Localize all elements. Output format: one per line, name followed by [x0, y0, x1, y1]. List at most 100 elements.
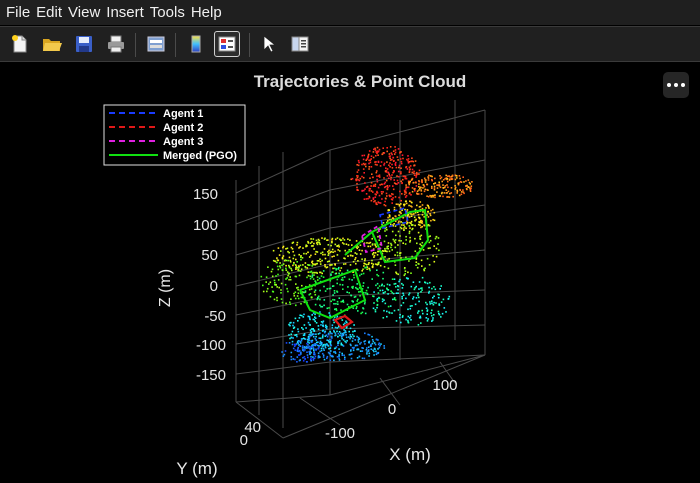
cloud-point [421, 287, 423, 289]
cloud-point [319, 258, 321, 260]
cloud-point [276, 286, 278, 288]
plot-3d[interactable]: Trajectories & Point Cloud 150 100 50 0 … [0, 0, 700, 483]
cloud-point [313, 351, 315, 353]
cloud-point [314, 337, 317, 340]
cloud-point [379, 202, 382, 204]
cloud-point [331, 354, 333, 357]
cloud-point [363, 262, 365, 265]
cloud-point [428, 286, 430, 289]
x-tick-label: -100 [325, 425, 355, 442]
cloud-point [311, 274, 314, 276]
cloud-point [389, 146, 392, 148]
cloud-point [391, 230, 394, 233]
cloud-point [292, 250, 294, 253]
cloud-point [424, 188, 426, 191]
cloud-point [315, 343, 318, 346]
cloud-point [345, 334, 347, 336]
cloud-point [423, 185, 426, 188]
cloud-point [298, 253, 300, 256]
cloud-point [435, 255, 438, 258]
cloud-point [402, 175, 405, 178]
cloud-point [355, 307, 358, 310]
cloud-point [405, 188, 407, 190]
cloud-point [370, 185, 372, 187]
cloud-point [372, 307, 375, 310]
cloud-point [271, 268, 274, 271]
cloud-point [397, 159, 399, 161]
cloud-point [307, 251, 309, 254]
cloud-point [371, 259, 373, 262]
cloud-point [390, 246, 392, 249]
z-axis-label: Z (m) [157, 269, 174, 307]
cloud-point [334, 308, 336, 311]
cloud-point [346, 303, 349, 306]
cloud-point [391, 249, 393, 251]
cloud-point [314, 313, 316, 316]
cloud-point [315, 250, 317, 253]
cloud-point [296, 267, 299, 269]
cloud-point [342, 237, 344, 240]
cloud-point [329, 264, 331, 266]
cloud-point [303, 334, 306, 336]
cloud-point [368, 168, 370, 170]
cloud-point [401, 295, 403, 298]
cloud-point [386, 250, 388, 253]
cloud-point [438, 249, 440, 252]
cloud-point [409, 305, 412, 307]
cloud-point [303, 333, 306, 335]
cloud-point [326, 335, 329, 338]
cloud-point [367, 286, 369, 289]
cloud-point [368, 166, 371, 168]
cloud-point [418, 247, 421, 250]
cloud-point [388, 218, 391, 221]
cloud-point [395, 234, 397, 237]
cloud-point [377, 186, 380, 189]
cloud-point [312, 356, 314, 358]
cloud-point [312, 359, 315, 361]
cloud-point [289, 301, 291, 304]
cloud-point [403, 204, 405, 207]
cloud-point [282, 269, 284, 272]
cloud-point [383, 250, 385, 252]
cloud-point [329, 359, 332, 361]
cloud-point [410, 160, 412, 163]
cloud-point [408, 230, 411, 233]
cloud-point [324, 253, 326, 256]
cloud-point [435, 302, 437, 304]
cloud-point [374, 193, 377, 195]
cloud-point [343, 329, 345, 331]
cloud-point [408, 216, 411, 218]
cloud-point [372, 252, 375, 254]
cloud-point [356, 176, 359, 179]
legend[interactable]: Agent 1 Agent 2 Agent 3 Merged (PGO) [103, 104, 246, 166]
cloud-point [391, 312, 393, 314]
cloud-point [262, 290, 265, 293]
cloud-point [429, 301, 431, 303]
cloud-point [285, 267, 287, 270]
cloud-point [400, 240, 402, 242]
cloud-point [390, 178, 392, 181]
cloud-point [287, 259, 289, 262]
cloud-point [389, 305, 392, 307]
cloud-point [313, 318, 316, 321]
cloud-point [335, 309, 338, 312]
cloud-point [372, 349, 374, 352]
cloud-point [314, 253, 317, 255]
trajectory-agent-2 [333, 314, 354, 330]
cloud-point [336, 356, 339, 358]
cloud-point [431, 187, 433, 189]
cloud-point [460, 193, 463, 196]
cloud-point [308, 315, 311, 318]
cloud-point [401, 154, 404, 156]
cloud-point [422, 249, 425, 251]
cloud-point [455, 174, 458, 177]
cloud-point [350, 344, 352, 347]
cloud-point [373, 354, 375, 356]
cloud-point [414, 224, 416, 227]
cloud-point [420, 244, 423, 247]
cloud-point [315, 322, 318, 324]
cloud-point [406, 214, 409, 217]
cloud-point [319, 332, 321, 334]
cloud-point [357, 348, 360, 351]
cloud-point [294, 349, 297, 351]
